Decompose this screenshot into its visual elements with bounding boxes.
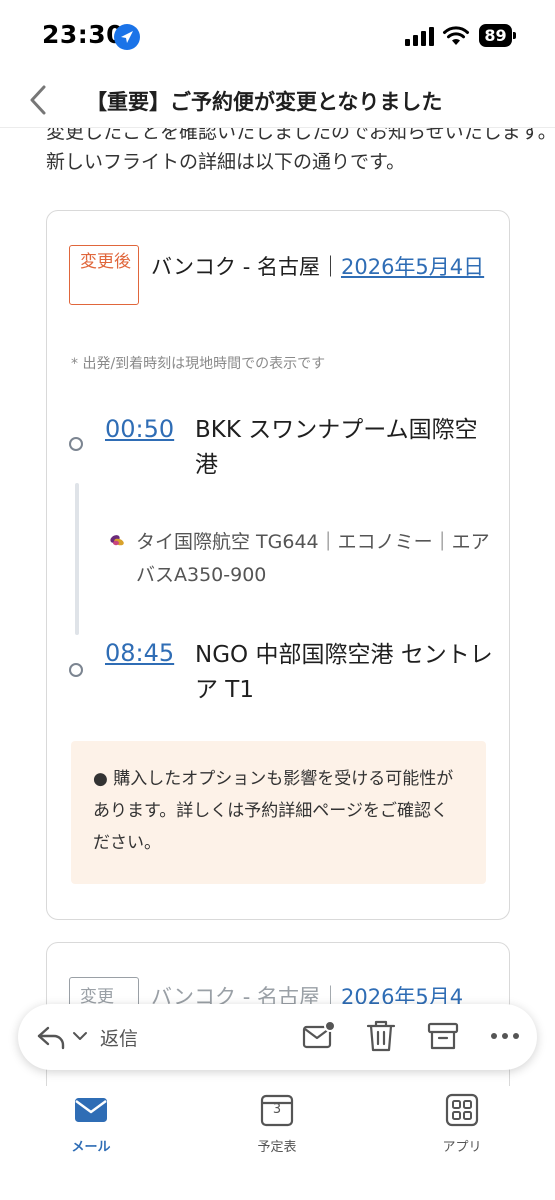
arrival-time-link[interactable]: 08:45 (105, 639, 174, 667)
wifi-icon (443, 26, 469, 45)
tab-apps[interactable]: アプリ (407, 1092, 517, 1162)
route-heading: バンコク - 名古屋｜2026年5月4日 (151, 249, 496, 285)
timezone-note: * 出発/到着時刻は現地時間での表示です (71, 356, 326, 372)
reply-icon[interactable] (36, 1023, 66, 1051)
message-action-bar: 返信 (18, 1004, 537, 1070)
battery-level: 89 (479, 24, 512, 47)
message-header: 【重要】ご予約便が変更となりました (0, 72, 555, 128)
tab-calendar[interactable]: 3 予定表 (222, 1092, 332, 1162)
mail-icon (75, 1098, 107, 1122)
battery-indicator: 89 (479, 24, 517, 47)
flight-info: タイ国際航空 TG644｜エコノミー｜エアバスA350-900 (136, 531, 490, 586)
tab-apps-label: アプリ (442, 1140, 482, 1155)
flight-card: 変更後 バンコク - 名古屋｜2026年5月4日 * 出発/到着時刻は現地時間で… (46, 210, 510, 920)
trash-icon[interactable] (364, 1018, 398, 1054)
archive-icon[interactable] (426, 1019, 460, 1053)
apps-grid-icon (445, 1093, 479, 1127)
status-bar: 23:30 89 (0, 0, 555, 72)
back-button[interactable] (18, 80, 58, 120)
calendar-day: 3 (272, 1102, 282, 1117)
battery-cap (513, 32, 516, 39)
chevron-left-icon (30, 85, 46, 115)
tab-calendar-label: 予定表 (257, 1140, 297, 1155)
timeline-line (75, 483, 79, 635)
departure-airport: BKK スワンナプーム国際空港 (195, 417, 478, 478)
chevron-down-icon[interactable] (72, 1028, 88, 1044)
reply-button[interactable]: 返信 (100, 1024, 138, 1051)
bottom-tab-bar: メール 3 予定表 アプリ (0, 1086, 555, 1200)
option-notice: ● 購入したオプションも影響を受ける可能性があります。詳しくは予約詳細ページをご… (71, 741, 486, 884)
thai-airways-logo-icon (110, 535, 124, 546)
status-time: 23:30 (42, 20, 125, 49)
cellular-signal-icon (405, 27, 434, 46)
mark-unread-icon[interactable] (302, 1019, 336, 1053)
tab-mail-label: メール (71, 1140, 111, 1155)
departure-dot-icon (69, 437, 83, 451)
arrival-dot-icon (69, 663, 83, 677)
more-icon[interactable] (488, 1024, 522, 1048)
route-text: バンコク - 名古屋｜ (151, 255, 341, 279)
message-subject: 【重要】ご予約便が変更となりました (86, 90, 443, 114)
location-arrow-icon (114, 24, 140, 50)
status-badge: 変更後 (69, 245, 139, 305)
arrival-airport: NGO 中部国際空港 セントレア T1 (195, 642, 493, 703)
body-text: 新しいフライトの詳細は以下の通りです。 (46, 151, 406, 173)
tab-mail[interactable]: メール (36, 1092, 146, 1162)
flight-date-link[interactable]: 2026年5月4日 (341, 255, 484, 279)
calendar-icon: 3 (259, 1092, 295, 1128)
departure-time-link[interactable]: 00:50 (105, 415, 174, 443)
